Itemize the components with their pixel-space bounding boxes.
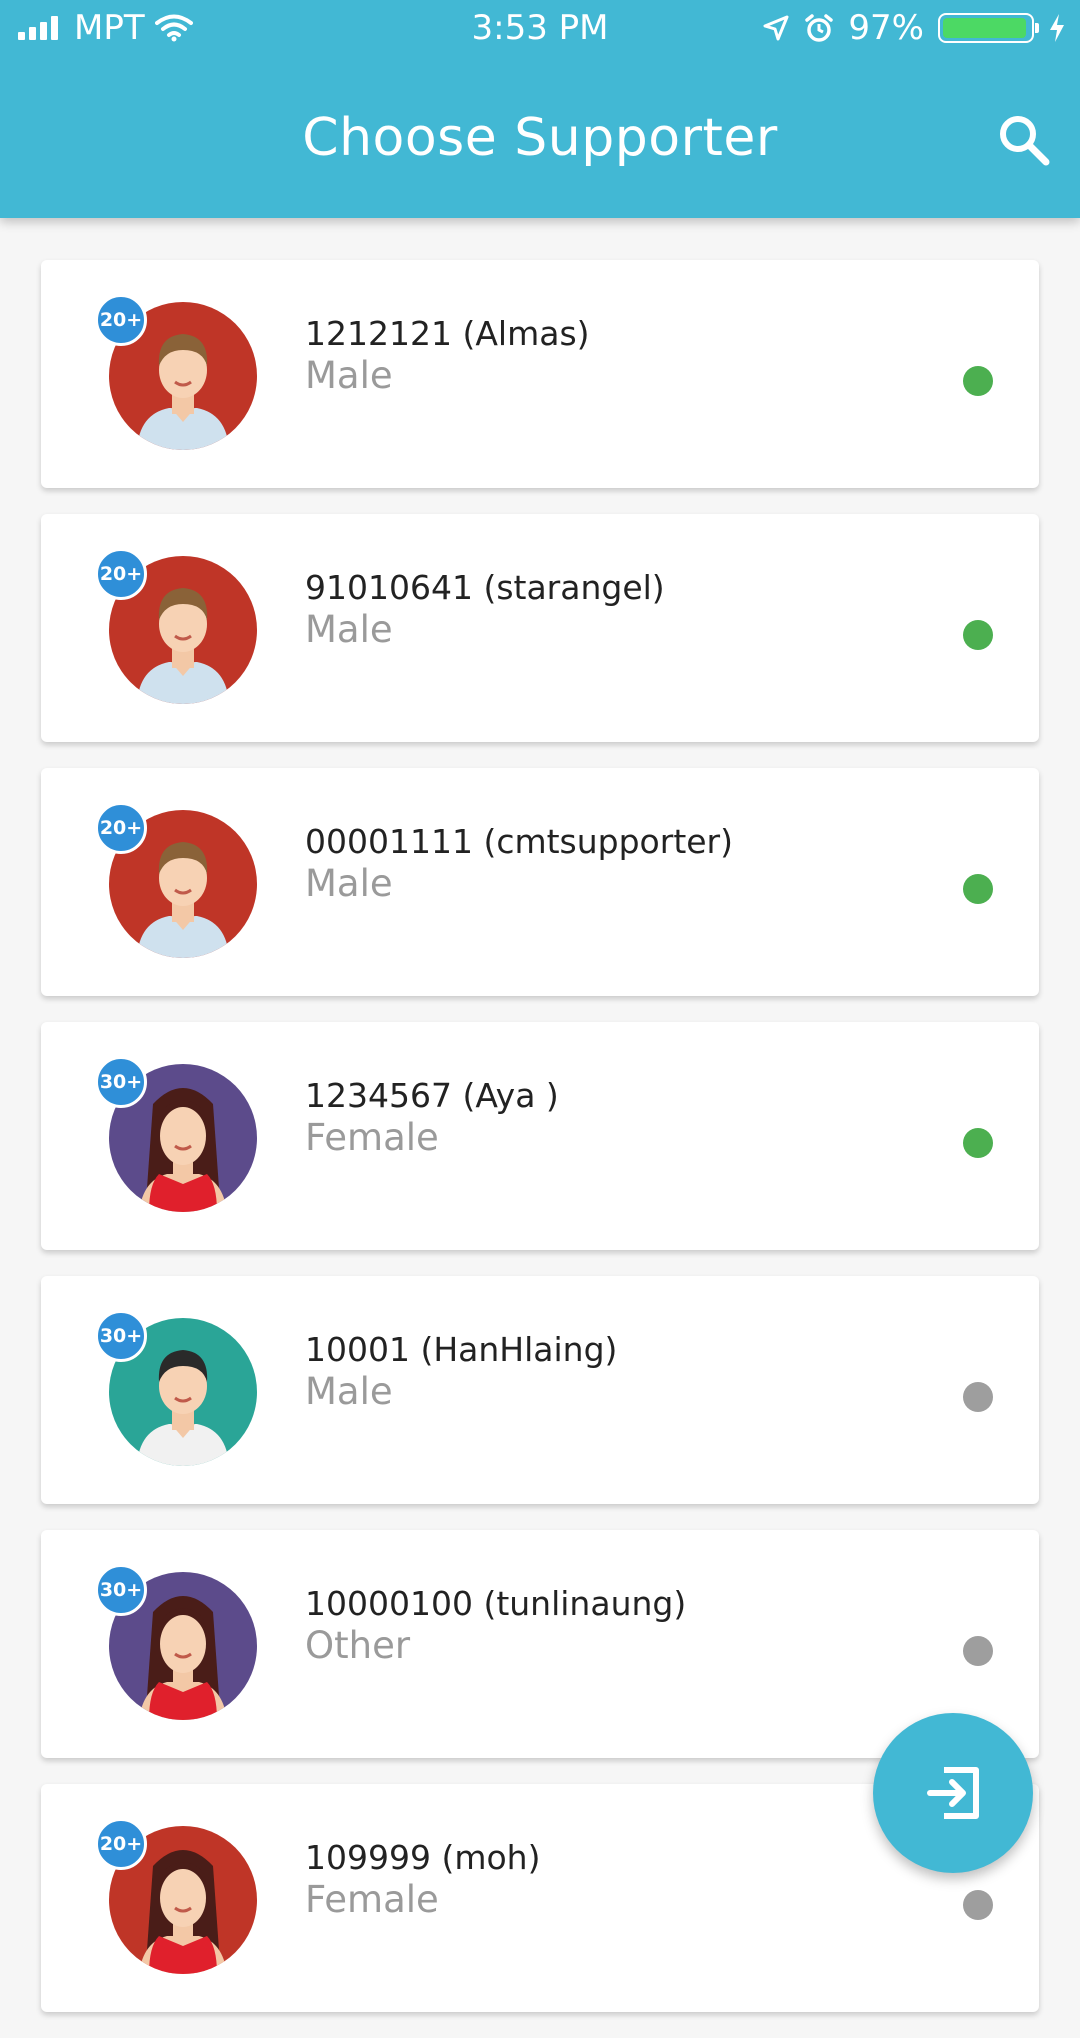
online-status-dot [963,874,993,904]
avatar-wrapper: 30+ [95,1310,257,1466]
supporter-gender: Female [305,1116,439,1159]
location-icon [763,15,789,41]
avatar-wrapper: 30+ [95,1564,257,1720]
supporter-name: 91010641 (starangel) [305,568,665,607]
age-badge: 30+ [95,1310,147,1362]
supporter-card[interactable]: 20+ 1212121 (Almas) Male [41,260,1039,488]
offline-status-dot [963,1382,993,1412]
supporter-card[interactable]: 20+ 91010641 (starangel) Male [41,514,1039,742]
supporter-gender: Male [305,354,393,397]
logout-button[interactable] [873,1713,1033,1873]
supporter-gender: Female [305,1878,439,1921]
age-badge: 20+ [95,802,147,854]
charging-icon [1050,14,1064,42]
battery-percent: 97% [848,8,924,48]
supporter-name: 10001 (HanHlaing) [305,1330,618,1369]
supporter-name: 1234567 (Aya ) [305,1076,559,1115]
status-bar: MPT 3:53 PM 97% [0,0,1080,60]
supporter-gender: Male [305,608,393,651]
avatar-wrapper: 20+ [95,802,257,958]
search-icon [1000,116,1050,166]
logout-icon [927,1767,979,1819]
supporter-card[interactable]: 20+ 00001111 (cmtsupporter) Male [41,768,1039,996]
offline-status-dot [963,1890,993,1920]
offline-status-dot [963,1636,993,1666]
supporter-gender: Male [305,1370,393,1413]
supporter-name: 00001111 (cmtsupporter) [305,822,734,861]
supporter-gender: Other [305,1624,411,1667]
supporter-name: 1212121 (Almas) [305,314,590,353]
age-badge: 30+ [95,1564,147,1616]
battery-fill [943,18,1027,38]
battery-icon [938,13,1039,43]
supporter-card[interactable]: 30+ 10001 (HanHlaing) Male [41,1276,1039,1504]
supporter-card[interactable]: 30+ 1234567 (Aya ) Female [41,1022,1039,1250]
online-status-dot [963,620,993,650]
search-button[interactable] [994,110,1054,170]
page-title: Choose Supporter [302,108,778,168]
online-status-dot [963,366,993,396]
age-badge: 20+ [95,294,147,346]
online-status-dot [963,1128,993,1158]
supporter-card[interactable]: 30+ 10000100 (tunlinaung) Other [41,1530,1039,1758]
supporter-name: 109999 (moh) [305,1838,541,1877]
avatar-wrapper: 20+ [95,1818,257,1974]
age-badge: 30+ [95,1056,147,1108]
age-badge: 20+ [95,548,147,600]
app-header: MPT 3:53 PM 97% Choose Supporter [0,0,1080,218]
alarm-icon [805,14,834,42]
avatar-wrapper: 20+ [95,548,257,704]
supporter-gender: Male [305,862,393,905]
supporter-name: 10000100 (tunlinaung) [305,1584,687,1623]
avatar-wrapper: 30+ [95,1056,257,1212]
age-badge: 20+ [95,1818,147,1870]
avatar-wrapper: 20+ [95,294,257,450]
